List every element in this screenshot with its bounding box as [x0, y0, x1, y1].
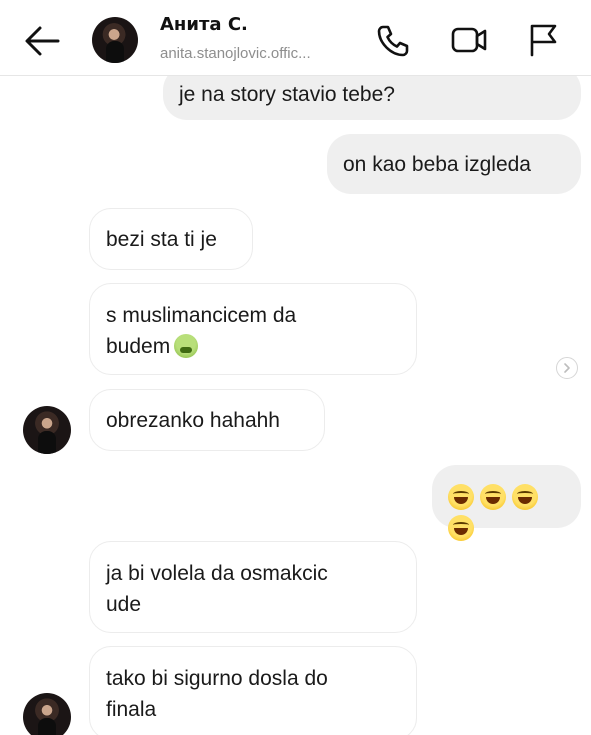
message-text: on kao beba izgleda	[343, 153, 531, 176]
message-text-line: s muslimancicem da	[106, 304, 297, 327]
reply-chevron-button[interactable]	[556, 357, 578, 379]
grinning-squinting-face-icon	[448, 484, 474, 510]
phone-icon	[377, 25, 409, 57]
avatar[interactable]	[23, 406, 71, 454]
message-outgoing[interactable]: on kao beba izgleda	[327, 134, 581, 194]
chevron-right-icon	[564, 363, 570, 373]
message-incoming[interactable]: bezi sta ti je	[89, 208, 253, 270]
video-camera-icon	[451, 27, 487, 53]
nauseated-face-icon	[174, 334, 199, 358]
message-incoming[interactable]: obrezanko hahahh	[89, 389, 325, 451]
message-incoming[interactable]: tako bi sigurno dosla do finala	[89, 646, 417, 735]
message-text-line: tako bi sigurno dosla do	[106, 667, 328, 690]
call-button[interactable]	[374, 22, 410, 58]
grinning-squinting-face-icon	[512, 484, 538, 510]
avatar[interactable]	[23, 693, 71, 735]
message-incoming[interactable]: s muslimancicem da budem	[89, 283, 417, 375]
grinning-squinting-face-icon	[480, 484, 506, 510]
contact-username[interactable]: anita.stanojlovic.offic...	[160, 45, 311, 62]
arrow-left-icon	[25, 26, 60, 56]
grinning-squinting-face-icon	[448, 515, 474, 541]
contact-name[interactable]: Анита С.	[160, 14, 248, 35]
back-button[interactable]	[22, 24, 62, 58]
message-incoming[interactable]: ja bi volela da osmakcic ude	[89, 541, 417, 633]
message-text-line: finala	[106, 698, 157, 721]
message-text: bezi sta ti je	[106, 228, 217, 251]
message-text-line: ja bi volela da osmakcic	[106, 562, 328, 585]
chat-header: Анита С. anita.stanojlovic.offic...	[0, 0, 591, 76]
flag-icon	[530, 24, 557, 57]
message-text-line: ude	[106, 593, 142, 616]
video-call-button[interactable]	[450, 22, 487, 58]
chat-screen: je na story stavio tebe? on kao beba izg…	[0, 0, 591, 735]
avatar[interactable]	[92, 17, 138, 63]
message-text-line: budem	[106, 335, 171, 358]
message-outgoing[interactable]	[432, 465, 581, 541]
message-text: obrezanko hahahh	[106, 409, 280, 432]
message-text: je na story stavio tebe?	[179, 83, 395, 106]
report-button[interactable]	[525, 22, 561, 58]
